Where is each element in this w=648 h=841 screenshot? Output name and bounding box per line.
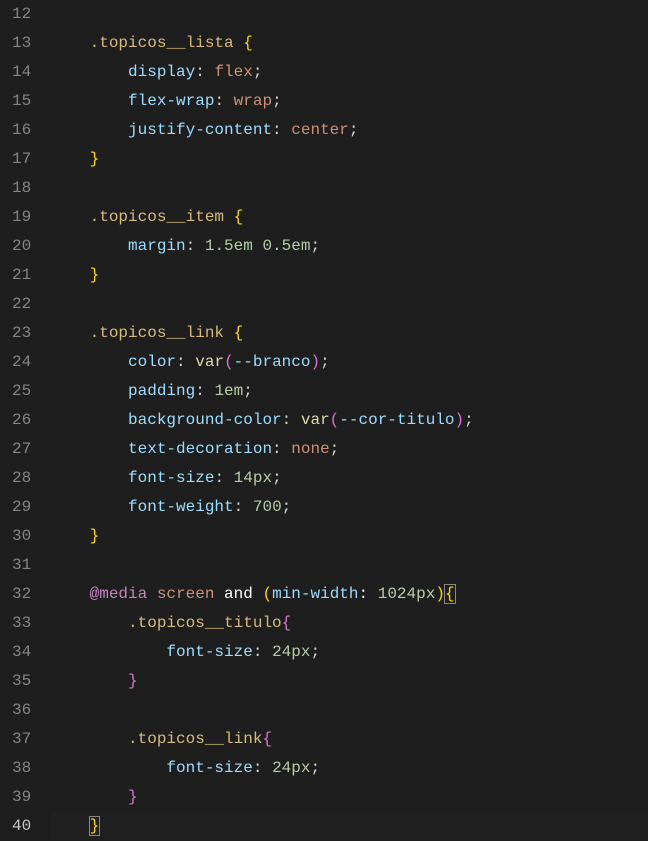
code-line[interactable]: @media screen and (min-width: 1024px){ xyxy=(51,580,648,609)
line-number: 28 xyxy=(12,464,31,493)
code-line[interactable]: .topicos__link{ xyxy=(51,725,648,754)
line-number: 12 xyxy=(12,0,31,29)
code-area[interactable]: .topicos__lista { display: flex; flex-wr… xyxy=(51,0,648,835)
line-number: 19 xyxy=(12,203,31,232)
code-line[interactable]: display: flex; xyxy=(51,58,648,87)
code-line[interactable]: } xyxy=(51,667,648,696)
code-line[interactable] xyxy=(51,174,648,203)
code-line[interactable]: font-size: 14px; xyxy=(51,464,648,493)
line-number: 40 xyxy=(12,812,31,841)
code-line[interactable]: } xyxy=(51,522,648,551)
line-number: 27 xyxy=(12,435,31,464)
code-line[interactable]: font-weight: 700; xyxy=(51,493,648,522)
line-number: 39 xyxy=(12,783,31,812)
code-line[interactable]: .topicos__link { xyxy=(51,319,648,348)
code-line[interactable]: .topicos__item { xyxy=(51,203,648,232)
code-line[interactable] xyxy=(51,0,648,29)
line-number: 32 xyxy=(12,580,31,609)
line-number: 21 xyxy=(12,261,31,290)
code-line[interactable]: padding: 1em; xyxy=(51,377,648,406)
line-number: 33 xyxy=(12,609,31,638)
line-number: 35 xyxy=(12,667,31,696)
line-number: 16 xyxy=(12,116,31,145)
code-line[interactable]: background-color: var(--cor-titulo); xyxy=(51,406,648,435)
code-line[interactable]: } xyxy=(51,783,648,812)
code-line[interactable]: font-size: 24px; xyxy=(51,638,648,667)
line-number: 29 xyxy=(12,493,31,522)
line-number: 34 xyxy=(12,638,31,667)
line-number: 36 xyxy=(12,696,31,725)
code-line[interactable] xyxy=(51,290,648,319)
line-number: 17 xyxy=(12,145,31,174)
code-line[interactable]: font-size: 24px; xyxy=(51,754,648,783)
code-line[interactable]: color: var(--branco); xyxy=(51,348,648,377)
code-line[interactable]: justify-content: center; xyxy=(51,116,648,145)
line-number: 38 xyxy=(12,754,31,783)
line-number: 18 xyxy=(12,174,31,203)
code-line[interactable] xyxy=(51,696,648,725)
line-number: 25 xyxy=(12,377,31,406)
line-number: 20 xyxy=(12,232,31,261)
code-line[interactable]: margin: 1.5em 0.5em; xyxy=(51,232,648,261)
code-line[interactable] xyxy=(51,551,648,580)
line-number: 15 xyxy=(12,87,31,116)
code-editor[interactable]: 1213141516171819202122232425262728293031… xyxy=(0,0,648,835)
line-number: 26 xyxy=(12,406,31,435)
code-line[interactable]: } xyxy=(51,145,648,174)
line-number-gutter: 1213141516171819202122232425262728293031… xyxy=(0,0,51,835)
code-line[interactable]: flex-wrap: wrap; xyxy=(51,87,648,116)
code-line[interactable]: .topicos__lista { xyxy=(51,29,648,58)
line-number: 24 xyxy=(12,348,31,377)
code-line[interactable]: text-decoration: none; xyxy=(51,435,648,464)
line-number: 14 xyxy=(12,58,31,87)
code-line[interactable]: } xyxy=(51,812,648,841)
line-number: 22 xyxy=(12,290,31,319)
line-number: 13 xyxy=(12,29,31,58)
code-line[interactable]: .topicos__titulo{ xyxy=(51,609,648,638)
line-number: 30 xyxy=(12,522,31,551)
line-number: 37 xyxy=(12,725,31,754)
line-number: 31 xyxy=(12,551,31,580)
code-line[interactable]: } xyxy=(51,261,648,290)
line-number: 23 xyxy=(12,319,31,348)
